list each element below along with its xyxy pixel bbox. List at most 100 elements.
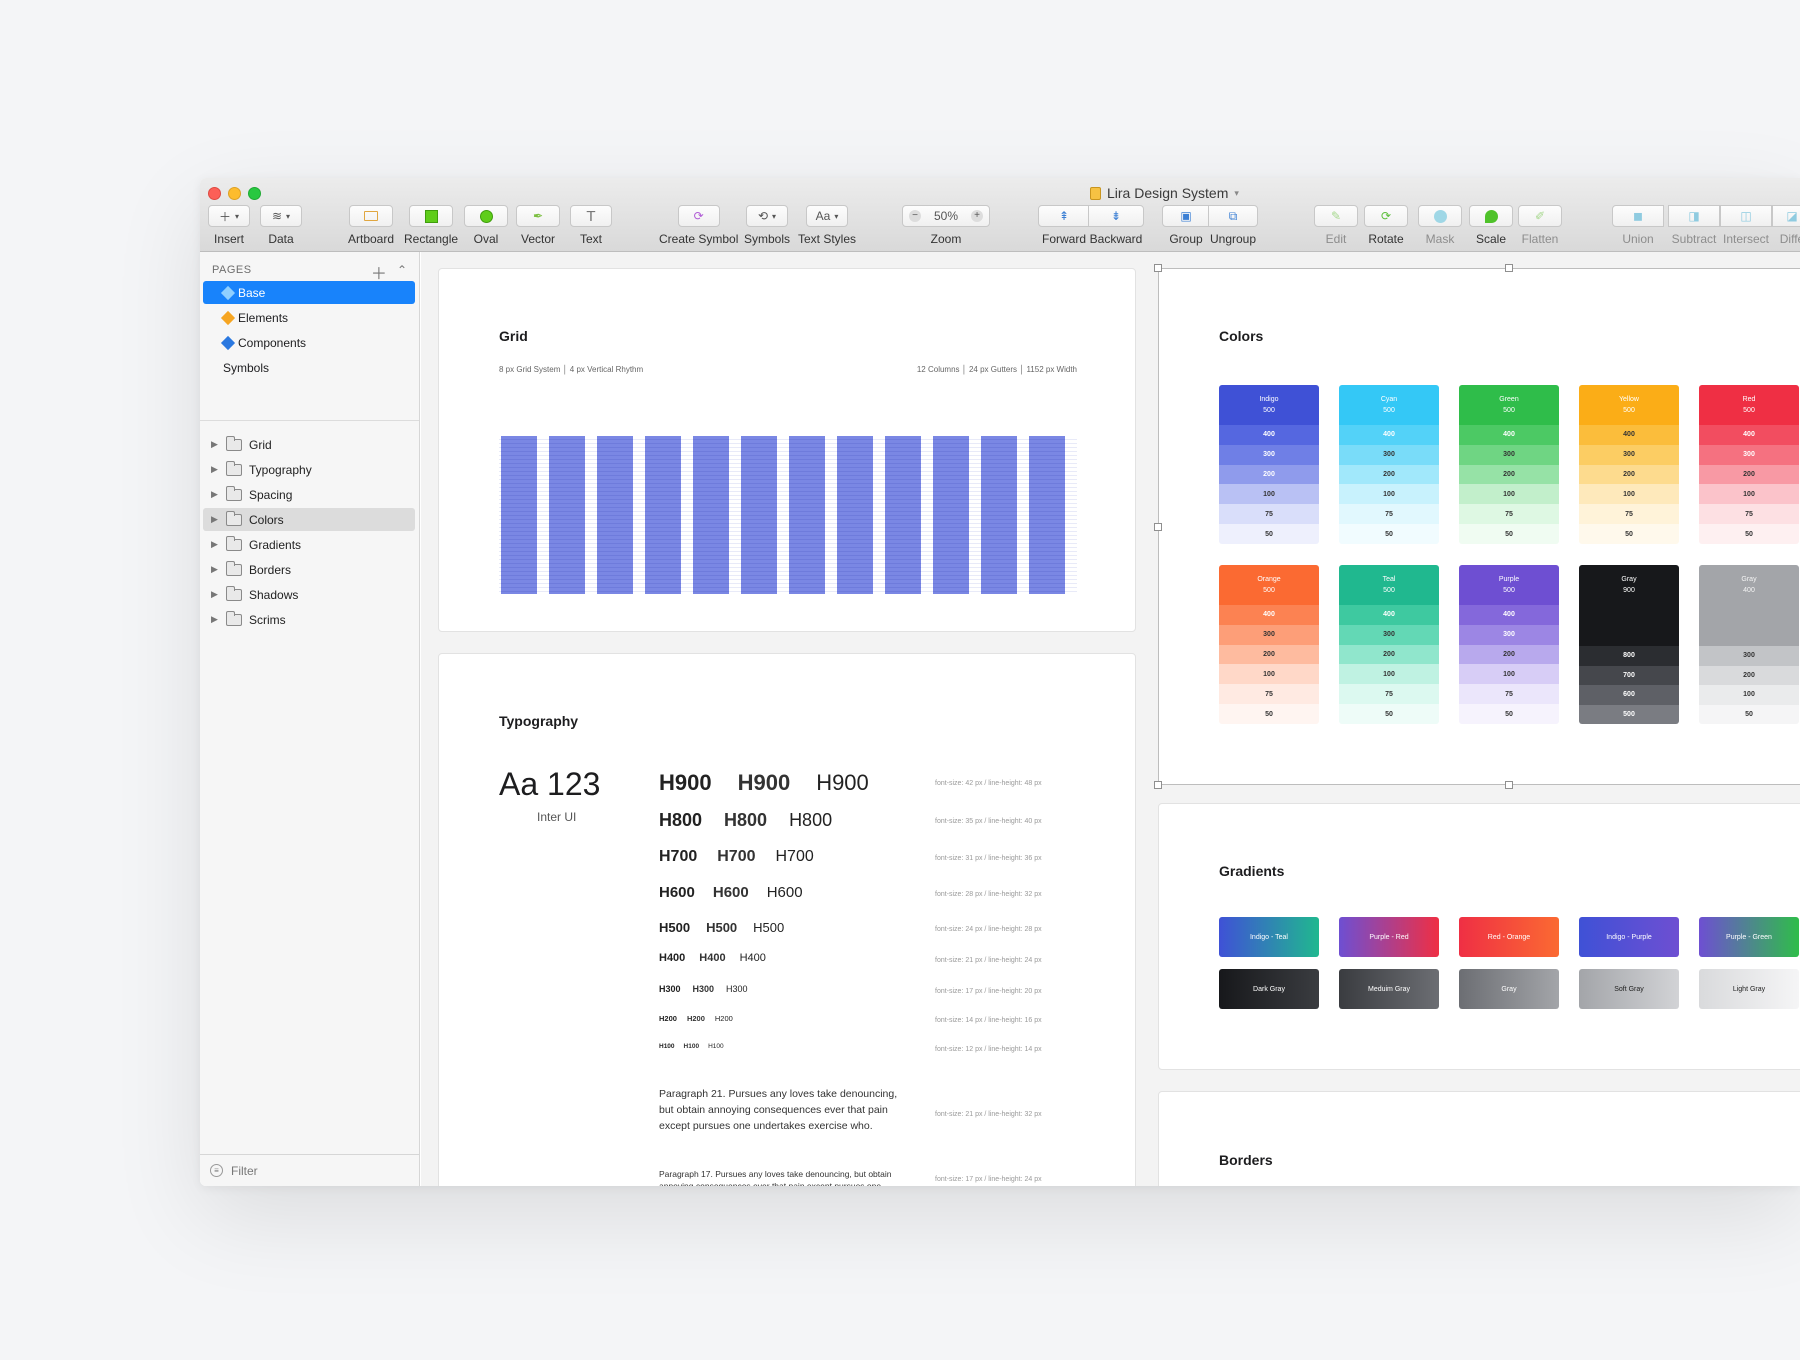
gradient-swatch[interactable]: Purple - Red [1339,917,1439,957]
zoom-value[interactable]: 50% [934,209,958,223]
mask-tool[interactable]: Mask [1418,205,1462,246]
selection-handle[interactable] [1154,523,1162,531]
layer-colors[interactable]: ▶ Colors [203,508,415,531]
artboard-gradients[interactable]: Gradients Indigo - Teal Purple - Red Red -… [1158,803,1800,1070]
scale-tool[interactable]: Scale [1469,205,1513,246]
intersect-button[interactable]: ◫ [1720,205,1772,227]
gradient-swatch[interactable]: Light Gray [1699,969,1799,1009]
layer-scrims[interactable]: ▶ Scrims [203,608,415,631]
insert-button[interactable]: ＋ ▾ [208,205,250,227]
backward-button[interactable]: ⇟ [1088,205,1144,227]
symbols-button[interactable]: ⟲ ▾ [746,205,788,227]
difference-tool[interactable]: ◪ Diffe [1772,205,1800,246]
disclosure-triangle-icon[interactable]: ▶ [211,564,219,575]
color-swatch[interactable]: Gray 400 300 200 100 50 [1699,565,1799,724]
data-tool[interactable]: ≋ ▾ Data [260,205,302,246]
ungroup-button[interactable]: ⧉ [1208,205,1258,227]
window-title[interactable]: Lira Design System ▾ [1090,185,1239,201]
color-swatch[interactable]: Orange 500 400 300 200 100 75 50 [1219,565,1319,724]
subtract-button[interactable]: ◨ [1668,205,1720,227]
union-button[interactable]: ◼ [1612,205,1664,227]
group-button[interactable]: ▣ [1162,205,1210,227]
zoom-out-button[interactable]: − [909,210,921,222]
layer-typography[interactable]: ▶ Typography [203,458,415,481]
page-item-elements[interactable]: Elements [203,306,415,329]
color-swatch[interactable]: Red 500 400 300 200 100 75 50 [1699,385,1799,544]
disclosure-triangle-icon[interactable]: ▶ [211,539,219,550]
gradient-swatch[interactable]: Purple - Green [1699,917,1799,957]
selection-handle[interactable] [1505,781,1513,789]
create-symbol-button[interactable]: ⟳ [677,205,720,227]
page-item-components[interactable]: Components [203,331,415,354]
layer-gradients[interactable]: ▶ Gradients [203,533,415,556]
gradient-swatch[interactable]: Indigo - Purple [1579,917,1679,957]
disclosure-triangle-icon[interactable]: ▶ [211,514,219,525]
forward-button[interactable]: ⇞ [1038,205,1090,227]
edit-tool[interactable]: ✎ Edit [1314,205,1358,246]
subtract-tool[interactable]: ◨ Subtract [1668,205,1720,246]
color-swatch[interactable]: Indigo 500 400 300 200 100 75 50 [1219,385,1319,544]
layer-shadows[interactable]: ▶ Shadows [203,583,415,606]
oval-button[interactable] [464,205,508,227]
forward-tool[interactable]: ⇞ Forward [1038,205,1090,246]
disclosure-triangle-icon[interactable]: ▶ [211,464,219,475]
text-styles-button[interactable]: Aa ▾ [806,205,849,227]
text-tool[interactable]: T Text [570,205,612,246]
color-swatch[interactable]: Gray 900 800 700 600 500 [1579,565,1679,724]
union-tool[interactable]: ◼ Union [1612,205,1664,246]
group-tool[interactable]: ▣ Group [1162,205,1210,246]
text-button[interactable]: T [570,205,612,227]
gradient-swatch[interactable]: Soft Gray [1579,969,1679,1009]
text-styles-tool[interactable]: Aa ▾ Text Styles [798,205,856,246]
insert-tool[interactable]: ＋ ▾ Insert [208,205,250,246]
color-swatch[interactable]: Yellow 500 400 300 200 100 75 50 [1579,385,1679,544]
gradient-swatch[interactable]: Meduim Gray [1339,969,1439,1009]
symbols-tool[interactable]: ⟲ ▾ Symbols [744,205,790,246]
oval-tool[interactable]: Oval [464,205,508,246]
artboard-typography[interactable]: Typography Aa 123 Inter UI Paragraph 21.… [438,653,1136,1186]
color-swatch[interactable]: Cyan 500 400 300 200 100 75 50 [1339,385,1439,544]
gradient-swatch[interactable]: Red - Orange [1459,917,1559,957]
difference-button[interactable]: ◪ [1772,205,1800,227]
rectangle-button[interactable] [409,205,454,227]
rotate-button[interactable]: ⟳ [1364,205,1408,227]
artboard-button[interactable] [349,205,394,227]
layer-grid[interactable]: ▶ Grid [203,433,415,456]
selection-handle[interactable] [1505,264,1513,272]
filter-field[interactable]: ≡ Filter [200,1154,419,1186]
intersect-tool[interactable]: ◫ Intersect [1720,205,1772,246]
artboard-tool[interactable]: Artboard [348,205,394,246]
rectangle-tool[interactable]: Rectangle [404,205,458,246]
layer-spacing[interactable]: ▶ Spacing [203,483,415,506]
close-window-button[interactable] [208,187,221,200]
zoom-in-button[interactable]: + [971,210,983,222]
disclosure-triangle-icon[interactable]: ▶ [211,489,219,500]
page-item-base[interactable]: Base [203,281,415,304]
gradient-swatch[interactable]: Indigo - Teal [1219,917,1319,957]
selection-handle[interactable] [1154,264,1162,272]
backward-tool[interactable]: ⇟ Backward [1088,205,1144,246]
vector-tool[interactable]: ✒ Vector [516,205,560,246]
color-swatch[interactable]: Green 500 400 300 200 100 75 50 [1459,385,1559,544]
layer-borders[interactable]: ▶ Borders [203,558,415,581]
artboard-colors[interactable]: Colors Indigo 500 400 300 200 100 75 50 Cyan 500 4… [1154,264,1800,789]
zoom-window-button[interactable] [248,187,261,200]
gradient-swatch[interactable]: Gray [1459,969,1559,1009]
disclosure-triangle-icon[interactable]: ▶ [211,589,219,600]
gradient-swatch[interactable]: Dark Gray [1219,969,1319,1009]
minimize-window-button[interactable] [228,187,241,200]
scale-button[interactable] [1469,205,1513,227]
ungroup-tool[interactable]: ⧉ Ungroup [1208,205,1258,246]
flatten-tool[interactable]: ✐ Flatten [1518,205,1562,246]
create-symbol-tool[interactable]: ⟳ Create Symbol [659,205,738,246]
vector-button[interactable]: ✒ [516,205,560,227]
rotate-tool[interactable]: ⟳ Rotate [1364,205,1408,246]
data-button[interactable]: ≋ ▾ [260,205,302,227]
color-swatch[interactable]: Teal 500 400 300 200 100 75 50 [1339,565,1439,724]
artboard-grid[interactable]: Grid 8 px Grid System │ 4 px Vertical Rh… [438,268,1136,632]
color-swatch[interactable]: Purple 500 400 300 200 100 75 50 [1459,565,1559,724]
canvas[interactable]: Grid 8 px Grid System │ 4 px Vertical Rh… [421,252,1800,1186]
flatten-button[interactable]: ✐ [1518,205,1562,227]
disclosure-triangle-icon[interactable]: ▶ [211,439,219,450]
selection-handle[interactable] [1154,781,1162,789]
